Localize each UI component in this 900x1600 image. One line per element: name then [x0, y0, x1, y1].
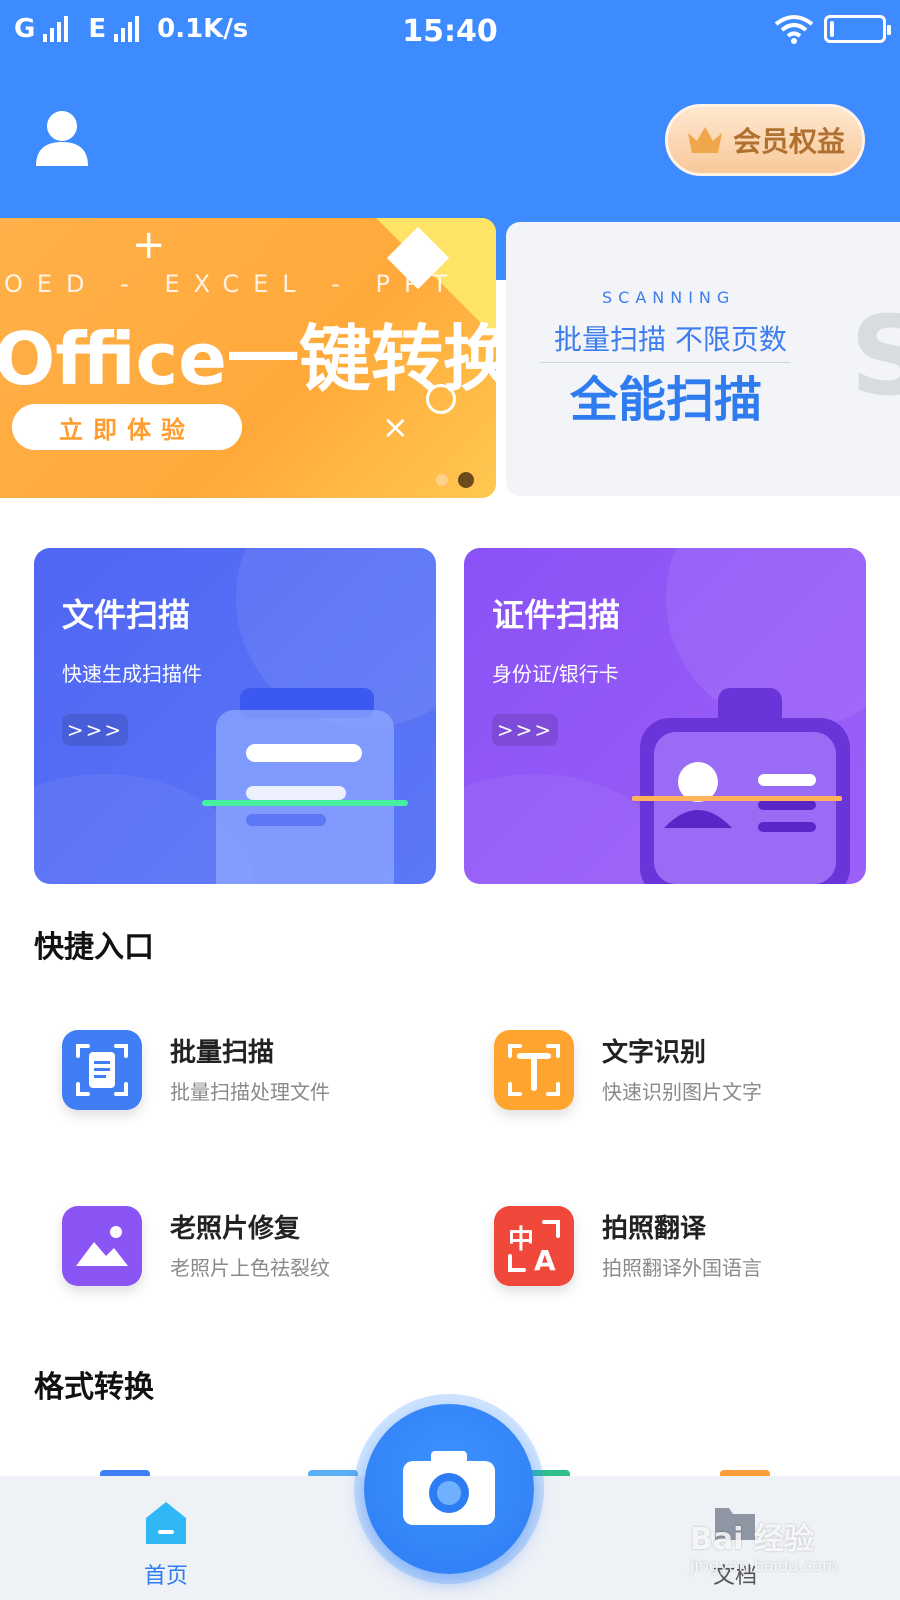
- carousel-dot-active: [458, 472, 474, 488]
- member-benefits-label: 会员权益: [732, 125, 845, 158]
- tab-home-label: 首页: [143, 1564, 188, 1589]
- next-banner[interactable]: SCANNING 批量扫描 不限页数 全能扫描 S: [506, 222, 900, 496]
- camera-icon: [403, 1451, 495, 1525]
- section-title-quick-entry: 快捷入口: [34, 930, 154, 965]
- quick-item-photo-restore[interactable]: 老照片修复 老照片上色祛裂纹: [34, 1206, 434, 1296]
- next-banner-en-label: SCANNING: [602, 288, 736, 307]
- wifi-icon: [774, 15, 814, 44]
- carousel-indicator: [436, 472, 474, 488]
- quick-item-name: 批量扫描: [170, 1038, 275, 1068]
- document-illustration-icon: [202, 688, 408, 884]
- card-title: 文件扫描: [62, 596, 191, 634]
- next-banner-subtitle: 批量扫描 不限页数: [554, 323, 787, 356]
- next-banner-letter: S: [850, 292, 900, 420]
- tab-home[interactable]: 首页: [106, 1500, 226, 1590]
- svg-text:A: A: [534, 1244, 556, 1277]
- quick-item-desc: 快速识别图片文字: [602, 1080, 762, 1104]
- photo-translate-icon: 中 A: [494, 1206, 574, 1286]
- text-recognition-icon: [494, 1030, 574, 1110]
- card-subtitle: 快速生成扫描件: [62, 662, 202, 686]
- quick-item-name: 文字识别: [602, 1038, 707, 1068]
- status-right: [774, 14, 891, 44]
- svg-text:中: 中: [508, 1225, 534, 1255]
- photo-restore-icon: [62, 1206, 142, 1286]
- quick-item-name: 老照片修复: [170, 1214, 301, 1244]
- carousel-dot: [436, 474, 448, 486]
- section-title-format-conversion: 格式转换: [34, 1370, 154, 1405]
- watermark-text: Bai 经验: [690, 1522, 814, 1557]
- watermark-url: jingyan.baidu.com: [690, 1556, 838, 1575]
- home-icon: [146, 1502, 186, 1544]
- quick-item-text-recognition[interactable]: 文字识别 快速识别图片文字: [466, 1030, 866, 1120]
- battery-icon: [824, 15, 891, 43]
- camera-button[interactable]: [364, 1404, 534, 1574]
- member-benefits-button[interactable]: 会员权益: [665, 104, 865, 176]
- card-title: 证件扫描: [492, 596, 621, 634]
- quick-item-name: 拍照翻译: [602, 1214, 707, 1244]
- quick-item-desc: 拍照翻译外国语言: [602, 1256, 762, 1280]
- batch-scan-icon: [62, 1030, 142, 1110]
- status-time: 15:40: [402, 14, 498, 49]
- banner-title: Office一键转换: [0, 317, 496, 401]
- card-arrow: >>>: [62, 714, 128, 746]
- quick-item-photo-translate[interactable]: 中 A 拍照翻译 拍照翻译外国语言: [466, 1206, 866, 1296]
- decoration: +: [132, 222, 166, 268]
- document-scan-card[interactable]: 文件扫描 快速生成扫描件 >>>: [34, 548, 436, 884]
- try-now-button[interactable]: 立即体验: [12, 404, 242, 450]
- id-card-illustration-icon: [632, 688, 850, 884]
- next-banner-title: 全能扫描: [570, 372, 763, 428]
- promo-banner[interactable]: + × OED - EXCEL - PPT Office一键转换 立即体验: [0, 218, 496, 498]
- decoration: ×: [382, 408, 409, 446]
- id-scan-card[interactable]: 证件扫描 身份证/银行卡 >>>: [464, 548, 866, 884]
- banner-subtitle: OED - EXCEL - PPT: [4, 270, 462, 298]
- crown-icon: [687, 127, 722, 153]
- quick-item-desc: 批量扫描处理文件: [170, 1080, 330, 1104]
- avatar-icon[interactable]: [34, 108, 90, 168]
- card-arrow: >>>: [492, 714, 558, 746]
- quick-item-batch-scan[interactable]: 批量扫描 批量扫描处理文件: [34, 1030, 434, 1120]
- status-bar: G E 0.1K/s 15:40: [0, 0, 900, 60]
- quick-item-desc: 老照片上色祛裂纹: [170, 1256, 330, 1280]
- card-subtitle: 身份证/银行卡: [492, 662, 619, 686]
